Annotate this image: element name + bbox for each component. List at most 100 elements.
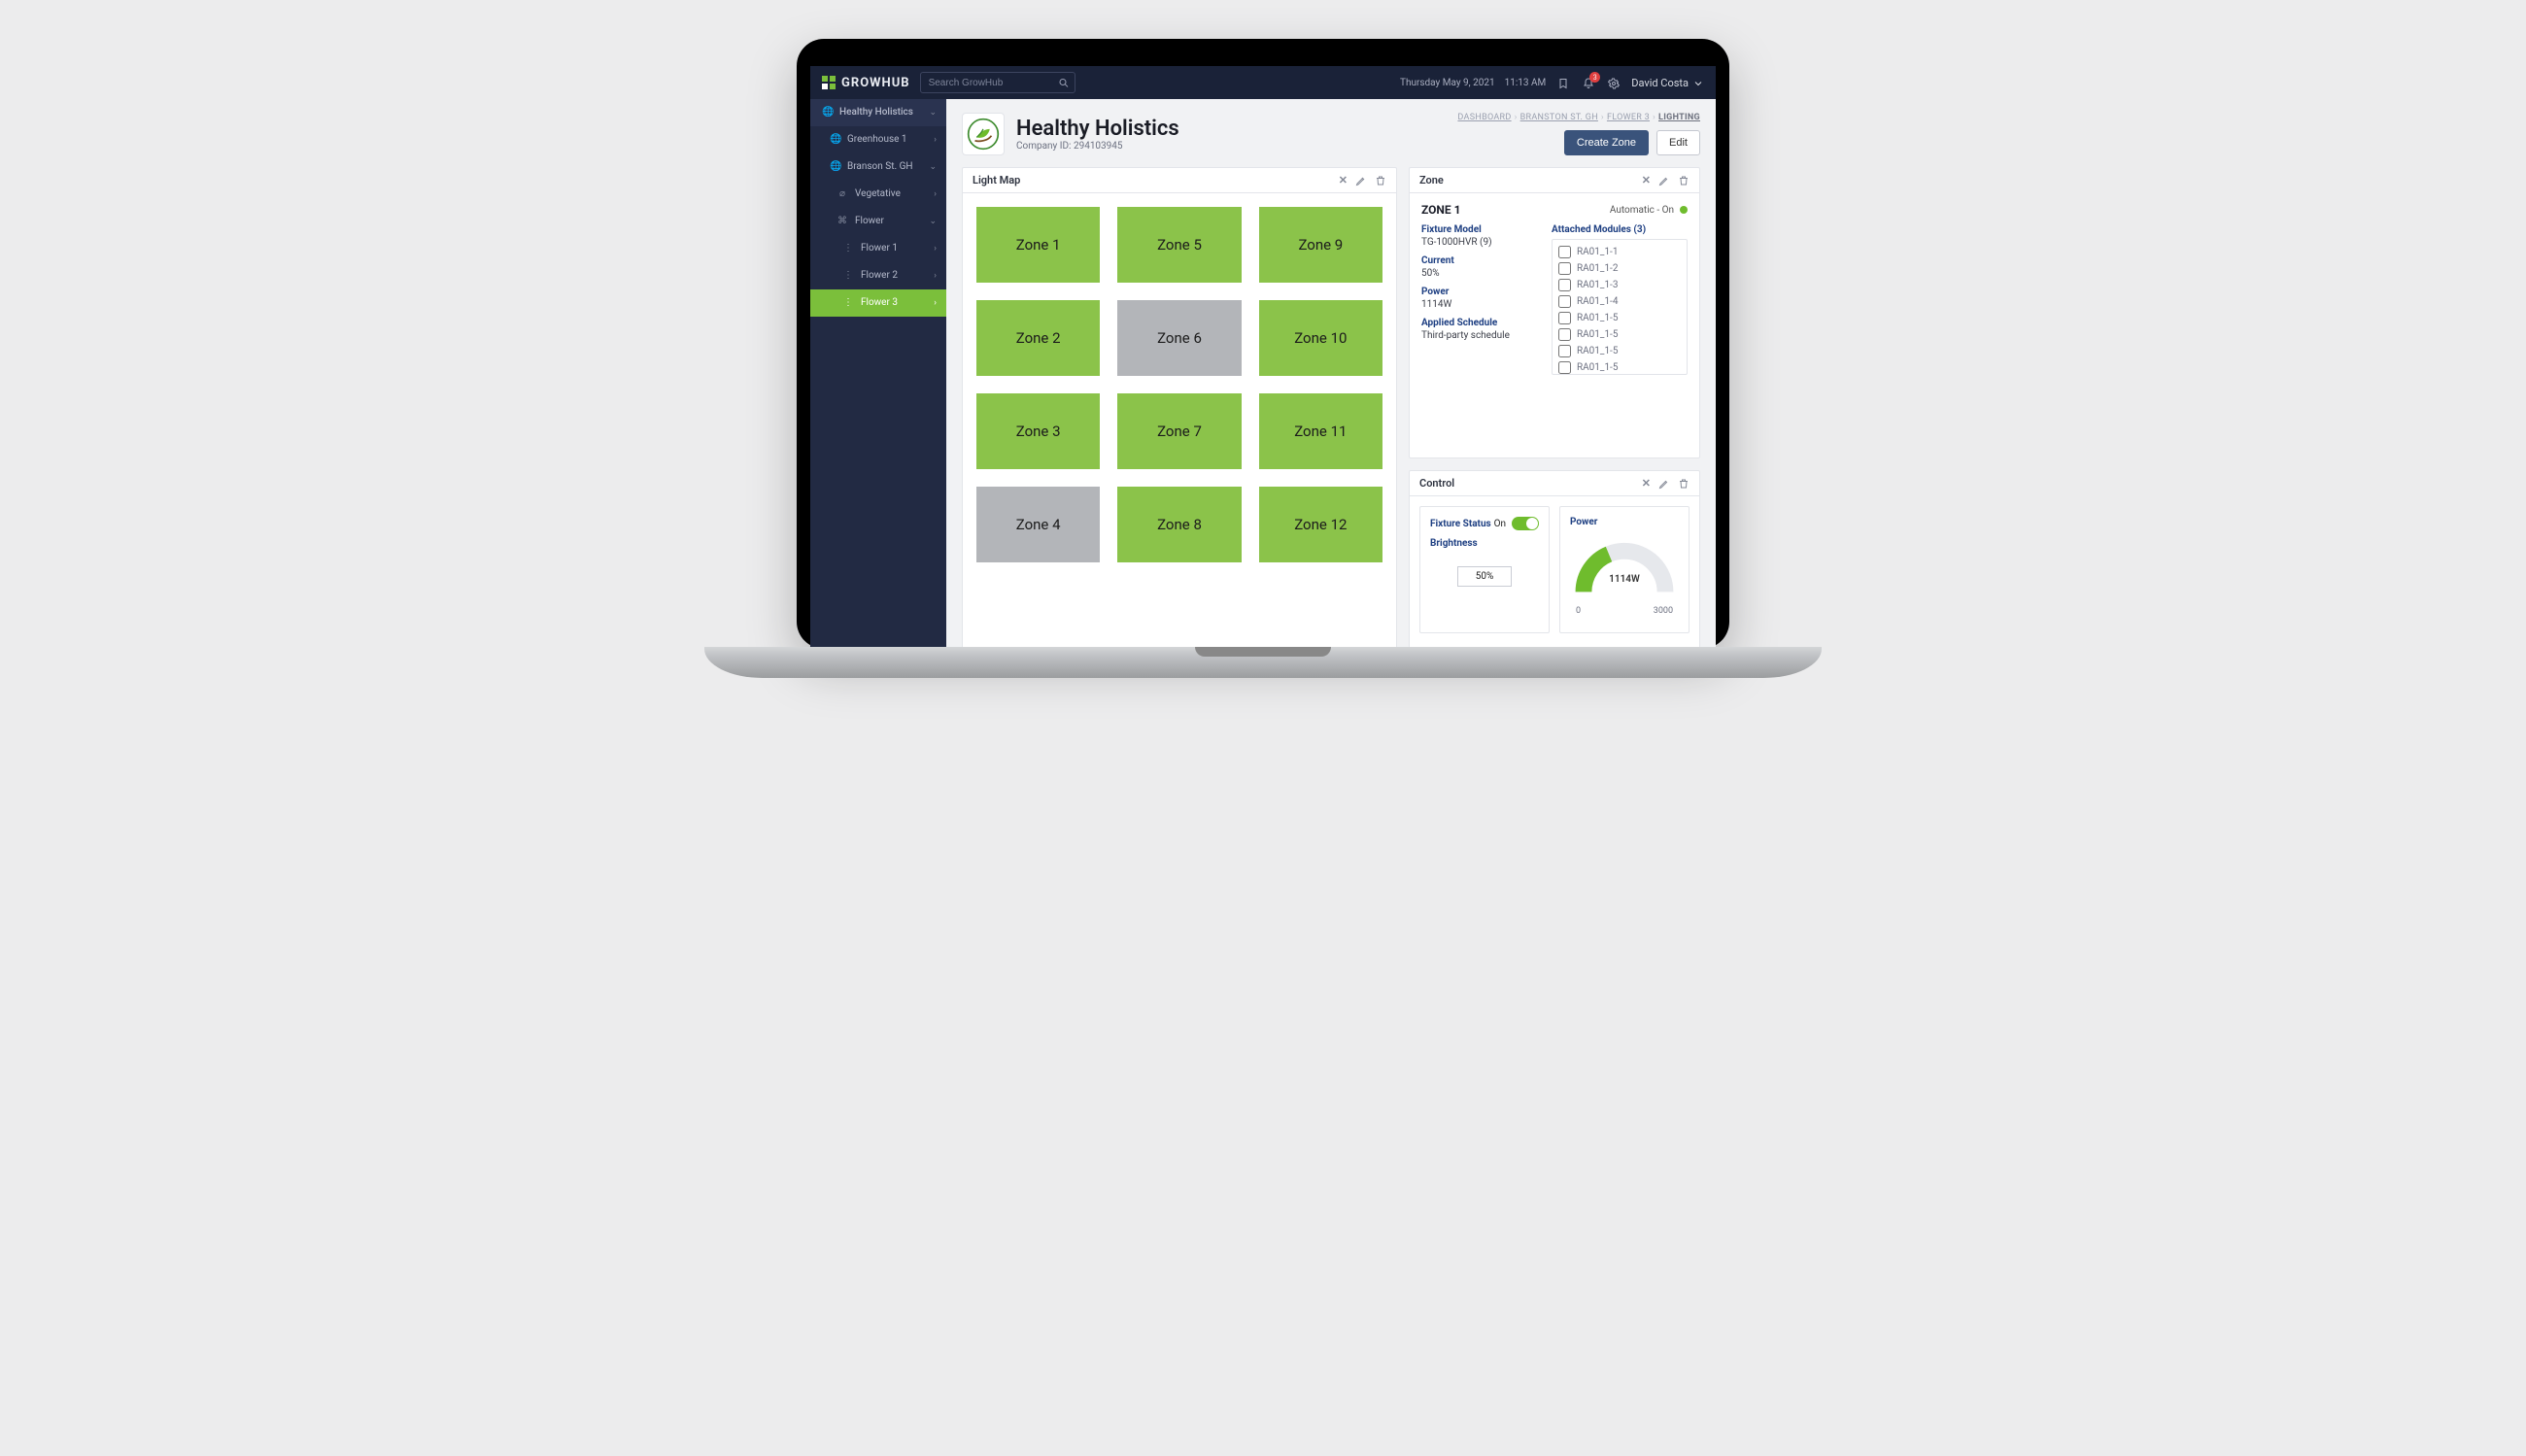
sidebar-item-flower[interactable]: ⌘Flower⌄ [810, 208, 946, 235]
header-time: 11:13 AM [1505, 78, 1547, 88]
module-row[interactable]: RA01_1-2 [1558, 260, 1681, 277]
breadcrumb-item[interactable]: FLOWER 3 [1607, 113, 1650, 122]
module-label: RA01_1-4 [1577, 296, 1618, 307]
trash-icon[interactable] [1678, 477, 1690, 490]
control-panel-title: Control [1419, 477, 1454, 490]
page-subtitle: Company ID: 294103945 [1016, 141, 1179, 152]
chevron-right-icon: › [1601, 113, 1604, 122]
breadcrumb-item[interactable]: DASHBOARD [1457, 113, 1511, 122]
power-max: 3000 [1654, 606, 1673, 616]
sidebar: 🌐Healthy Holistics⌄🌐Greenhouse 1›🌐Branso… [810, 99, 946, 649]
zone-panel-title: Zone [1419, 174, 1444, 186]
module-checkbox[interactable] [1558, 279, 1571, 291]
close-icon[interactable]: ✕ [1339, 174, 1348, 186]
power-label: Power [1421, 287, 1538, 297]
notification-badge: 3 [1589, 72, 1600, 83]
sidebar-item-flower-1[interactable]: ⋮Flower 1› [810, 235, 946, 262]
power-value: 1114W [1421, 299, 1538, 310]
pencil-icon[interactable] [1658, 174, 1670, 186]
current-value: 50% [1421, 268, 1538, 279]
bookmark-icon[interactable] [1555, 76, 1571, 88]
chevron-right-icon: › [934, 135, 937, 145]
module-checkbox[interactable] [1558, 262, 1571, 275]
zone-tile[interactable]: Zone 5 [1117, 207, 1241, 283]
pencil-icon[interactable] [1658, 477, 1670, 490]
company-logo [962, 113, 1005, 155]
header-date: Thursday May 9, 2021 [1400, 78, 1495, 88]
chevron-right-icon: › [934, 271, 937, 281]
app-logo[interactable]: GROWHUB [822, 76, 910, 90]
module-label: RA01_1-3 [1577, 280, 1618, 290]
power-card: Power 1114W [1559, 506, 1690, 633]
logo-mark-icon [822, 76, 836, 89]
close-icon[interactable]: ✕ [1642, 174, 1651, 186]
breadcrumb-item[interactable]: LIGHTING [1658, 113, 1700, 122]
fixture-status-toggle[interactable] [1512, 517, 1539, 530]
page-title-block: Healthy Holistics Company ID: 294103945 [1016, 117, 1179, 152]
zone-tile[interactable]: Zone 12 [1259, 487, 1382, 562]
module-row[interactable]: RA01_1-5 [1558, 359, 1681, 375]
module-row[interactable]: RA01_1-1 [1558, 244, 1681, 260]
module-checkbox[interactable] [1558, 295, 1571, 308]
sidebar-item-label: Flower 1 [861, 243, 926, 254]
sidebar-item-flower-3[interactable]: ⋮Flower 3› [810, 289, 946, 317]
zone-tile[interactable]: Zone 7 [1117, 393, 1241, 469]
sidebar-item-vegetative[interactable]: ⌀Vegetative› [810, 181, 946, 208]
module-checkbox[interactable] [1558, 361, 1571, 374]
module-row[interactable]: RA01_1-5 [1558, 343, 1681, 359]
lightmap-panel: Light Map ✕ Zone 1Zone 5Zone 9Zone 2Zone… [962, 167, 1397, 649]
module-checkbox[interactable] [1558, 345, 1571, 357]
globe-icon: 🌐 [830, 134, 839, 145]
trash-icon[interactable] [1375, 174, 1386, 186]
module-label: RA01_1-1 [1577, 247, 1618, 257]
module-row[interactable]: RA01_1-3 [1558, 277, 1681, 293]
zone-tile[interactable]: Zone 10 [1259, 300, 1382, 376]
chevron-down-icon: ⌄ [929, 162, 937, 172]
sidebar-item-label: Vegetative [855, 188, 926, 199]
zone-grid: Zone 1Zone 5Zone 9Zone 2Zone 6Zone 10Zon… [963, 193, 1396, 576]
zone-tile[interactable]: Zone 3 [976, 393, 1100, 469]
create-zone-button[interactable]: Create Zone [1564, 130, 1649, 155]
current-label: Current [1421, 255, 1538, 266]
zone-tile[interactable]: Zone 8 [1117, 487, 1241, 562]
fixture-status-value: On [1494, 519, 1506, 529]
zone-tile[interactable]: Zone 6 [1117, 300, 1241, 376]
module-label: RA01_1-2 [1577, 263, 1618, 274]
zone-tile[interactable]: Zone 1 [976, 207, 1100, 283]
module-checkbox[interactable] [1558, 312, 1571, 324]
close-icon[interactable]: ✕ [1642, 477, 1651, 490]
sidebar-item-healthy-holistics[interactable]: 🌐Healthy Holistics⌄ [810, 99, 946, 126]
zone-tile[interactable]: Zone 11 [1259, 393, 1382, 469]
power-gauge: 1114W 0 3000 [1570, 535, 1679, 623]
zone-tile[interactable]: Zone 9 [1259, 207, 1382, 283]
page-header: Healthy Holistics Company ID: 294103945 … [962, 113, 1700, 155]
search-input[interactable] [920, 72, 1075, 93]
brightness-label: Brightness [1430, 538, 1478, 549]
schedule-label: Applied Schedule [1421, 318, 1538, 328]
user-menu[interactable]: David Costa [1631, 76, 1704, 88]
dots-icon: ⋮ [843, 297, 853, 308]
sidebar-item-greenhouse-1[interactable]: 🌐Greenhouse 1› [810, 126, 946, 153]
module-row[interactable]: RA01_1-5 [1558, 326, 1681, 343]
module-checkbox[interactable] [1558, 246, 1571, 258]
modules-list[interactable]: RA01_1-1 RA01_1-2 RA01_1-3 RA01_1-4 RA01… [1552, 239, 1688, 375]
module-checkbox[interactable] [1558, 328, 1571, 341]
zone-tile[interactable]: Zone 2 [976, 300, 1100, 376]
sidebar-item-label: Healthy Holistics [839, 107, 921, 118]
zone-tile[interactable]: Zone 4 [976, 487, 1100, 562]
module-label: RA01_1-5 [1577, 346, 1618, 356]
chevron-down-icon: ⌄ [929, 217, 937, 226]
brightness-input[interactable]: 50% [1457, 566, 1512, 587]
bell-icon[interactable]: 3 [1581, 76, 1596, 88]
breadcrumb-item[interactable]: BRANSTON ST. GH [1520, 113, 1598, 122]
edit-button[interactable]: Edit [1656, 130, 1700, 155]
trash-icon[interactable] [1678, 174, 1690, 186]
module-row[interactable]: RA01_1-5 [1558, 310, 1681, 326]
chevron-down-icon [1692, 76, 1704, 88]
module-row[interactable]: RA01_1-4 [1558, 293, 1681, 310]
sidebar-item-flower-2[interactable]: ⋮Flower 2› [810, 262, 946, 289]
sidebar-item-branson-st.-gh[interactable]: 🌐Branson St. GH⌄ [810, 153, 946, 181]
gear-icon[interactable] [1606, 76, 1621, 88]
pencil-icon[interactable] [1355, 174, 1367, 186]
fixture-status-label: Fixture Status [1430, 519, 1491, 529]
